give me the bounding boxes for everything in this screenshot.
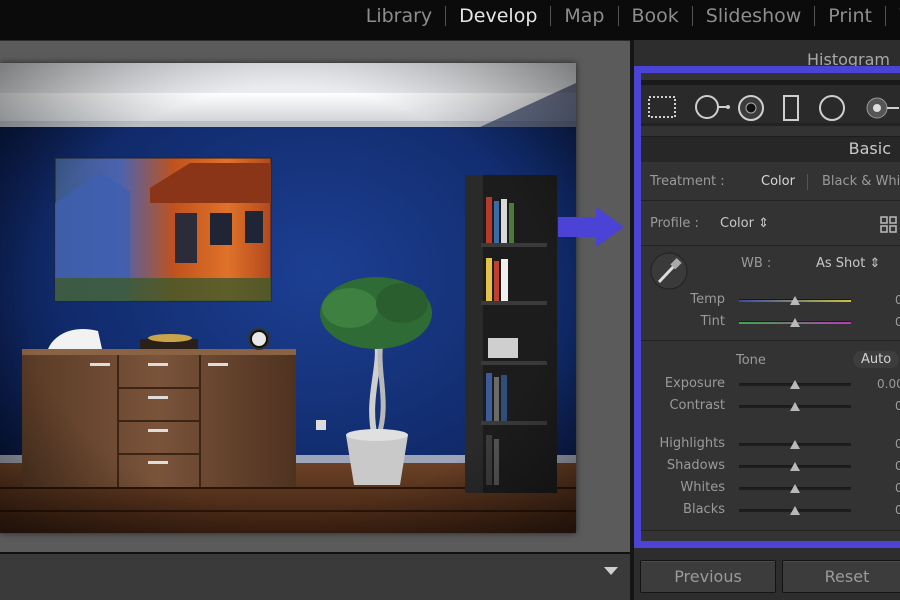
whites-value[interactable]: 0 [895,481,900,495]
module-list: Library Develop Map Book Slideshow Print… [353,0,900,32]
photo-image [0,63,576,533]
basic-panel-header[interactable]: Basic [641,136,900,162]
wb-row: WB : As Shot ⇕ [641,256,900,274]
red-eye-icon[interactable] [737,94,765,122]
section-divider [641,245,900,246]
treatment-color-option[interactable]: Color [761,174,795,189]
blacks-value[interactable]: 0 [895,503,900,517]
tint-slider[interactable] [739,318,851,327]
tone-row: Tone Auto [641,351,900,372]
contrast-slider-thumb[interactable] [790,402,800,411]
tint-value[interactable]: 0 [895,315,900,329]
blacks-slider[interactable] [739,506,851,515]
module-map[interactable]: Map [551,5,617,27]
contrast-label: Contrast [669,398,725,413]
profile-label: Profile : [650,216,699,231]
tint-label: Tint [700,314,726,329]
wb-label: WB : [741,256,772,271]
blacks-label: Blacks [683,502,725,517]
photo-preview[interactable] [0,63,576,533]
exposure-value[interactable]: 0.00 [877,377,900,391]
treatment-bw-option[interactable]: Black & White [822,174,900,189]
profile-row: Profile : Color ⇕ [641,216,900,234]
highlights-slider-thumb[interactable] [790,440,800,449]
callout-arrow-icon [558,207,624,247]
tone-label: Tone [736,353,766,368]
adjustment-brush-icon[interactable] [863,94,899,122]
contrast-row: Contrast 0 [641,398,900,416]
whites-label: Whites [680,480,725,495]
module-picker-bar: Library Develop Map Book Slideshow Print… [0,0,900,40]
contrast-slider[interactable] [739,402,851,411]
wb-dropdown[interactable]: As Shot ⇕ [816,256,880,271]
module-slideshow[interactable]: Slideshow [693,5,814,27]
whites-row: Whites 0 [641,480,900,498]
contrast-value[interactable]: 0 [895,399,900,413]
previous-button[interactable]: Previous [640,560,776,593]
radial-filter-icon[interactable] [818,94,846,122]
spot-removal-icon[interactable] [691,94,731,120]
treatment-row: Treatment : Color Black & White [641,174,900,192]
section-divider [641,340,900,341]
profile-browser-grid-icon[interactable] [879,216,899,234]
temp-slider-thumb[interactable] [790,296,800,305]
treatment-separator [807,174,808,190]
filmstrip-toggle-icon[interactable] [604,567,618,575]
temp-slider[interactable] [739,296,851,305]
temp-label: Temp [690,292,725,307]
shadows-slider[interactable] [739,462,851,471]
crop-overlay-icon[interactable] [647,94,677,120]
module-develop[interactable]: Develop [446,5,550,27]
highlights-row: Highlights 0 [641,436,900,454]
exposure-row: Exposure 0.00 [641,376,900,394]
profile-dropdown[interactable]: Color ⇕ [720,216,769,231]
auto-tone-button[interactable]: Auto [853,351,900,368]
module-library[interactable]: Library [353,5,445,27]
module-web[interactable]: W [886,5,900,27]
temp-row: Temp 0 [641,292,900,310]
graduated-filter-icon[interactable] [781,94,801,122]
develop-right-panel: Histogram Basic Treatment : Color Black … [634,40,900,600]
section-divider [641,530,900,531]
exposure-slider[interactable] [739,380,851,389]
module-print[interactable]: Print [815,5,885,27]
module-book[interactable]: Book [619,5,692,27]
blacks-row: Blacks 0 [641,502,900,520]
develop-tool-strip [641,80,900,126]
blacks-slider-thumb[interactable] [790,506,800,515]
highlights-value[interactable]: 0 [895,437,900,451]
temp-value[interactable]: 0 [895,293,900,307]
exposure-slider-thumb[interactable] [790,380,800,389]
reset-button[interactable]: Reset [782,560,900,593]
highlights-label: Highlights [659,436,725,451]
shadows-value[interactable]: 0 [895,459,900,473]
section-divider [641,200,900,201]
treatment-label: Treatment : [650,174,725,189]
basic-panel-title: Basic [848,139,891,158]
filmstrip-toolbar [0,552,630,600]
tint-row: Tint 0 [641,314,900,332]
photo-canvas-area [0,40,630,552]
whites-slider-thumb[interactable] [790,484,800,493]
shadows-label: Shadows [666,458,725,473]
tint-slider-thumb[interactable] [790,318,800,327]
exposure-label: Exposure [664,376,725,391]
shadows-row: Shadows 0 [641,458,900,476]
highlights-slider[interactable] [739,440,851,449]
shadows-slider-thumb[interactable] [790,462,800,471]
whites-slider[interactable] [739,484,851,493]
